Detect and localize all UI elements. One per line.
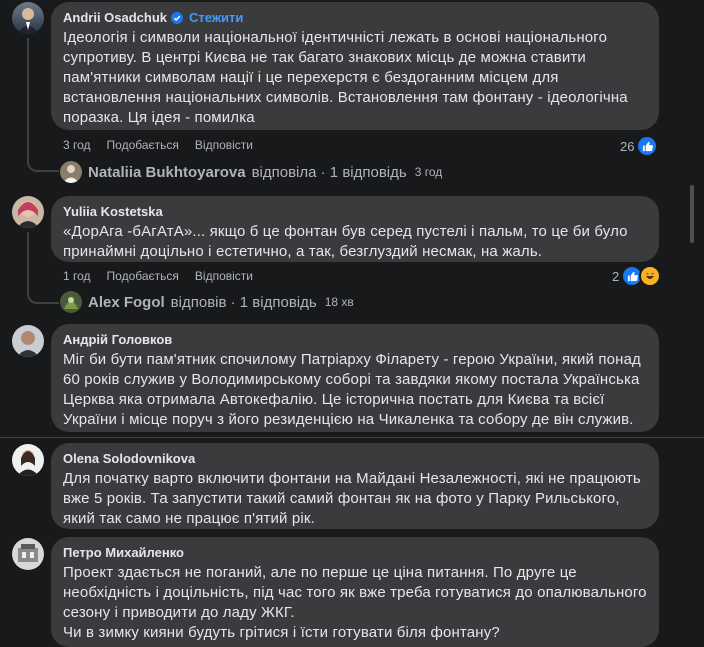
reply-summary[interactable]: Nataliia Bukhtoyarova відповіла · 1 відп…	[60, 161, 442, 183]
like-button[interactable]: Подобається	[107, 269, 179, 283]
avatar[interactable]	[12, 196, 44, 228]
thread-connector	[27, 150, 59, 172]
comment-author[interactable]: Andrii Osadchuk	[63, 10, 167, 26]
comment-actions: 3 год Подобається Відповісти	[63, 138, 253, 152]
haha-reaction-icon	[639, 265, 662, 287]
reply-author: Nataliia Bukhtoyarova	[88, 163, 246, 181]
comment-author[interactable]: Андрій Головков	[63, 332, 172, 348]
reply-button[interactable]: Відповісти	[195, 269, 253, 283]
avatar[interactable]	[12, 325, 44, 357]
comment-author[interactable]: Петро Михайленко	[63, 545, 184, 561]
scrollbar[interactable]	[690, 185, 694, 243]
comment-time[interactable]: 3 год	[63, 138, 91, 152]
avatar	[60, 291, 82, 313]
reply-button[interactable]: Відповісти	[195, 138, 253, 152]
like-reaction-icon	[636, 135, 659, 157]
comment-bubble: Петро Михайленко Проект здається не пога…	[51, 537, 659, 647]
comment-text: «ДорАга -бАгАтА»... якщо б це фонтан був…	[63, 223, 628, 260]
reply-time: 18 хв	[324, 295, 354, 309]
reply-summary[interactable]: Alex Fogol відповів · 1 відповідь 18 хв	[60, 291, 354, 313]
avatar[interactable]	[12, 2, 44, 34]
verified-badge-icon	[171, 12, 184, 24]
comment-text: Для початку варто включити фонтани на Ма…	[63, 470, 641, 527]
thread-line	[27, 232, 29, 288]
reply-count: відповів · 1 відповідь	[170, 293, 317, 311]
comment-bubble: Olena Solodovnikova Для початку варто вк…	[51, 443, 659, 529]
thread-connector	[27, 282, 59, 304]
reaction-summary[interactable]: 2	[612, 265, 662, 287]
comment-actions: 1 год Подобається Відповісти	[63, 269, 253, 283]
like-button[interactable]: Подобається	[107, 138, 179, 152]
thread-line	[27, 38, 29, 158]
comment-text: Міг би бути пам'ятник спочилому Патріарх…	[63, 351, 641, 428]
comment-bubble: Yuliia Kostetska «ДорАга -бАгАтА»... якщ…	[51, 196, 659, 262]
comment-bubble: Andrii Osadchuk Стежити Ідеологія і симв…	[51, 2, 659, 130]
avatar	[60, 161, 82, 183]
reaction-summary[interactable]: 26	[620, 135, 659, 157]
comment-author[interactable]: Yuliia Kostetska	[63, 204, 163, 220]
reaction-count: 26	[620, 138, 635, 154]
comment-bubble: Андрій Головков Міг би бути пам'ятник сп…	[51, 324, 659, 432]
divider	[0, 437, 704, 438]
comment-text: Проект здається не поганий, але по перше…	[63, 564, 647, 641]
follow-button[interactable]: Стежити	[189, 10, 243, 26]
reply-author: Alex Fogol	[88, 293, 165, 311]
avatar[interactable]	[12, 538, 44, 570]
avatar[interactable]	[12, 444, 44, 476]
reply-count: відповіла · 1 відповідь	[251, 163, 407, 181]
comment-time[interactable]: 1 год	[63, 269, 91, 283]
reaction-count: 2	[612, 268, 620, 284]
comment-author[interactable]: Olena Solodovnikova	[63, 451, 195, 467]
reply-time: 3 год	[414, 165, 443, 179]
comment-text: Ідеологія і символи національної ідентич…	[63, 29, 628, 126]
